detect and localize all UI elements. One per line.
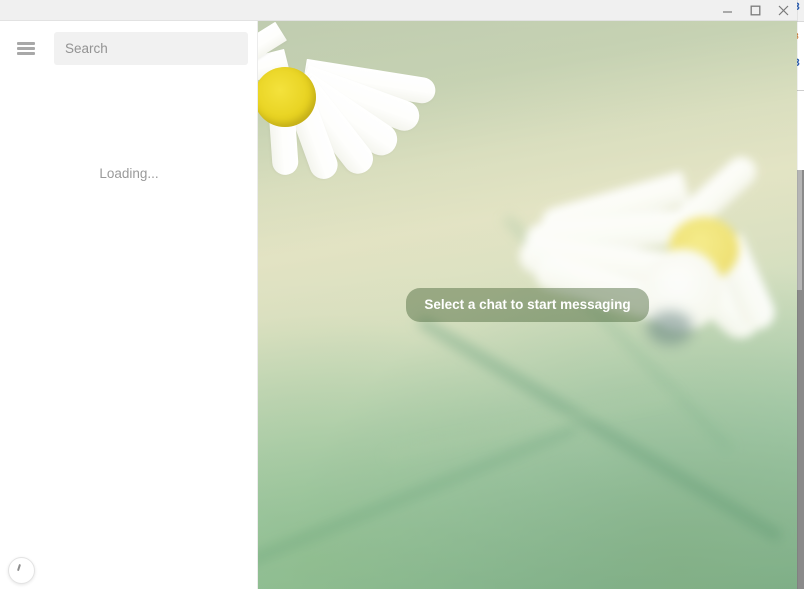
desktop-background: З в З [0, 0, 804, 589]
hamburger-menu-icon [17, 41, 35, 55]
minimize-button[interactable] [713, 0, 741, 21]
progress-spinner-button[interactable] [8, 557, 35, 584]
chat-area: Select a chat to start messaging [258, 21, 797, 589]
hamburger-menu-button[interactable] [11, 33, 41, 63]
progress-spinner-icon [16, 563, 21, 572]
chat-list-loading-status: Loading... [99, 166, 159, 181]
maximize-icon [750, 5, 760, 15]
chat-list-sidebar: Loading... [0, 21, 258, 589]
close-button[interactable] [769, 0, 797, 21]
daisy-flower-right [517, 150, 789, 401]
minimize-icon [722, 10, 732, 13]
title-bar[interactable] [0, 0, 797, 21]
search-field-wrapper[interactable] [54, 31, 248, 65]
sidebar-topbar [0, 21, 258, 75]
telegram-window: Loading... [0, 0, 797, 589]
window-body: Loading... [0, 21, 797, 589]
close-icon [778, 5, 788, 15]
daisy-flower-left [258, 21, 472, 297]
maximize-button[interactable] [741, 0, 769, 21]
daisy-shadow-right [647, 311, 693, 345]
search-input[interactable] [65, 40, 237, 56]
chat-background-photo [258, 21, 797, 589]
